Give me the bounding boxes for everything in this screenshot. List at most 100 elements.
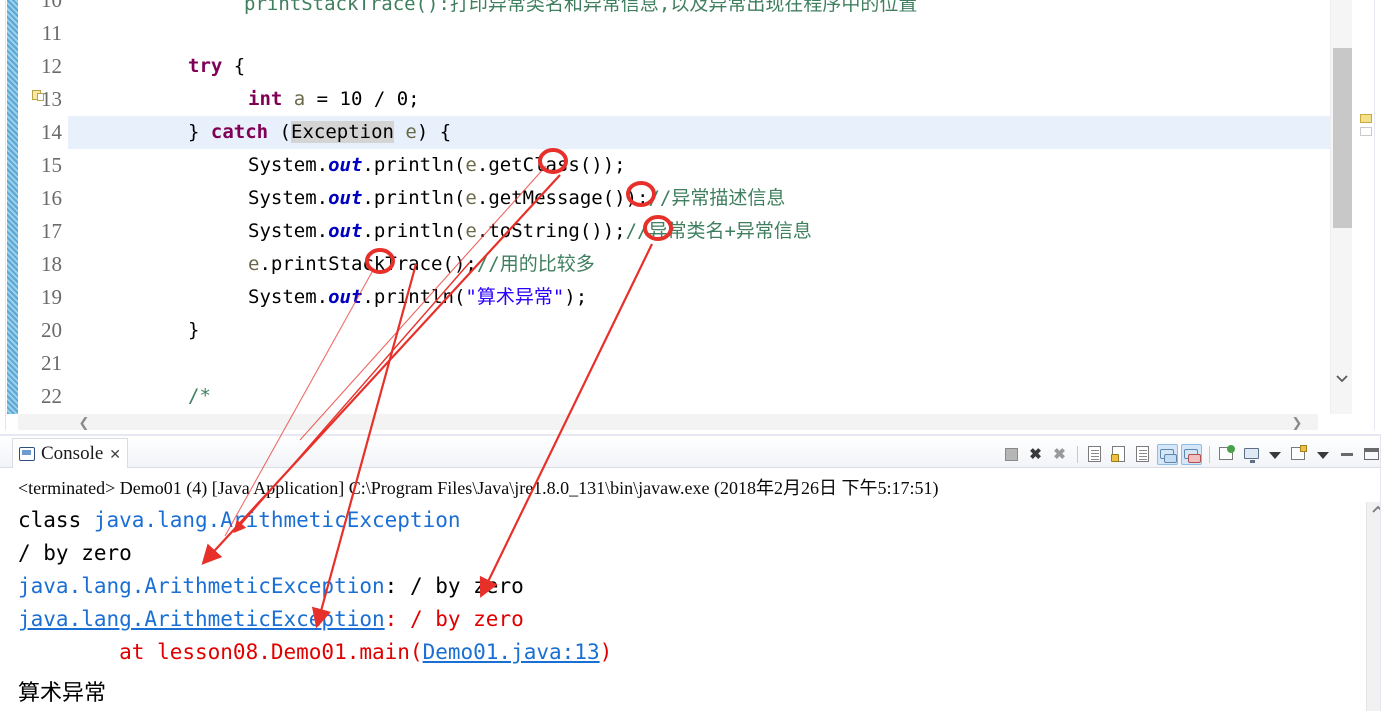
method-getclass: getClass <box>488 154 580 176</box>
output-at-suffix: ) <box>599 640 613 664</box>
display-selected-console-icon[interactable] <box>1085 444 1106 465</box>
method-getmessage: getMessage <box>488 187 603 209</box>
code-line-21[interactable] <box>68 347 1330 380</box>
comment-17: //异常类名+异常信息 <box>625 220 812 242</box>
console-output-tostring[interactable]: java.lang.ArithmeticException: / by zero <box>18 574 524 598</box>
scroll-left-icon[interactable]: ❮ <box>73 414 95 430</box>
display-selected-console-dropdown[interactable] <box>1265 444 1286 465</box>
keyword-catch: catch <box>210 121 269 143</box>
tab-console[interactable]: Console ✕ <box>12 438 129 468</box>
code-line-13[interactable]: int a = 10 / 0; <box>68 83 1330 116</box>
type-exception: Exception <box>291 121 394 143</box>
code-line-20[interactable]: } <box>68 314 1330 347</box>
variable-e-15: e <box>465 154 477 176</box>
code-line-14[interactable]: } catch (Exception e) { <box>68 116 1330 149</box>
pin-console-icon[interactable] <box>1109 444 1130 465</box>
editor-horizontal-scrollbar[interactable]: ❮ ❯ <box>18 414 1318 430</box>
close-icon[interactable]: ✕ <box>109 447 121 461</box>
line-number-21: 21 <box>41 351 62 375</box>
keyword-try: try <box>188 55 223 77</box>
terminate-icon[interactable] <box>1001 444 1022 465</box>
code-line-17[interactable]: System.out.println(e.toString());//异常类名+… <box>68 215 1330 248</box>
gutter-warning-marker-icon[interactable] <box>32 88 46 101</box>
code-line-12[interactable]: try { <box>68 50 1330 83</box>
class-system-15: System <box>248 154 317 176</box>
output-prefix-class: class <box>18 508 94 532</box>
display-selected-console-monitor-icon[interactable] <box>1241 444 1262 465</box>
open-console-new-icon[interactable] <box>1289 444 1310 465</box>
keyword-int: int <box>248 88 283 110</box>
code-line-15[interactable]: System.out.println(e.getClass()); <box>68 149 1330 182</box>
comment-16: //异常描述信息 <box>648 187 786 209</box>
method-println-15: println <box>373 154 454 176</box>
editor-vscroll-thumb[interactable] <box>1333 48 1352 228</box>
java-source-editor[interactable]: 10 11 12 13 14 15 16 17 18 19 20 21 22 p… <box>0 0 1388 430</box>
brace-close-20: } <box>188 319 200 341</box>
field-out-17: out <box>328 220 363 242</box>
toolbar-separator-2 <box>1209 445 1210 463</box>
show-console-on-output-icon[interactable] <box>1157 443 1178 465</box>
output-link-arithmeticexception-1: java.lang.ArithmeticException <box>93 508 461 532</box>
console-icon <box>19 446 35 461</box>
output-at-prefix: at lesson08.Demo01.main( <box>18 640 423 664</box>
variable-a: a <box>293 88 306 110</box>
brace-close-14: } <box>188 121 200 143</box>
string-literal-19: "算术异常" <box>465 286 565 308</box>
line-number-14: 14 <box>41 120 62 144</box>
line-number-12: 12 <box>41 54 62 78</box>
console-output-stacktrace-at[interactable]: at lesson08.Demo01.main(Demo01.java:13) <box>18 640 612 664</box>
toolbar-separator-1 <box>1077 445 1078 463</box>
line-number-11: 11 <box>41 21 62 45</box>
output-suffix-byzero-3: : / by zero <box>384 607 524 631</box>
maximize-icon[interactable] <box>1361 444 1382 465</box>
editor-change-bar <box>7 0 18 414</box>
overview-warning-marker-icon[interactable] <box>1360 114 1372 123</box>
tab-console-label: Console <box>41 442 104 464</box>
code-line-11[interactable] <box>68 17 1330 50</box>
console-output-getclass[interactable]: class java.lang.ArithmeticException <box>18 508 461 532</box>
code-line-18[interactable]: e.printStackTrace();//用的比较多 <box>68 248 1330 281</box>
scroll-right-icon[interactable]: ❯ <box>1286 414 1308 430</box>
field-out-19: out <box>328 286 363 308</box>
open-console-icon[interactable] <box>1133 444 1154 465</box>
remove-all-terminated-icon[interactable]: ✖ <box>1049 444 1070 465</box>
line-number-20: 20 <box>41 318 62 342</box>
editor-overview-ruler[interactable] <box>1352 0 1374 414</box>
class-system-19: System <box>248 286 317 308</box>
output-link-demo01-java-13: Demo01.java:13 <box>422 640 600 664</box>
block-comment-start: /* <box>188 385 211 407</box>
output-link-arithmeticexception-3: java.lang.ArithmeticException <box>18 607 385 631</box>
console-view[interactable]: Console ✕ ✖ ✖ <terminated> Demo01 (4) [J… <box>0 434 1388 711</box>
console-tab-bar[interactable]: Console ✕ ✖ ✖ <box>0 436 1388 468</box>
class-system-16: System <box>248 187 317 209</box>
console-output-stacktrace-head[interactable]: java.lang.ArithmeticException: / by zero <box>18 607 524 631</box>
method-tostring: toString <box>488 220 580 242</box>
open-console-dropdown[interactable] <box>1313 444 1334 465</box>
remove-launch-icon[interactable]: ✖ <box>1025 444 1046 465</box>
editor-vertical-scrollbar[interactable] <box>1330 0 1352 414</box>
console-output-println-chinese[interactable]: 算术异常 <box>18 675 106 707</box>
show-console-on-error-icon[interactable] <box>1181 443 1202 465</box>
code-line-19[interactable]: System.out.println("算术异常"); <box>68 281 1330 314</box>
code-line-10-comment: printStackTrace():打印异常类名和异常信息,以及异常出现在程序中… <box>244 0 918 15</box>
variable-e-17: e <box>465 220 477 242</box>
console-status-line: <terminated> Demo01 (4) [Java Applicatio… <box>18 478 939 498</box>
minimize-icon[interactable] <box>1337 444 1358 465</box>
new-console-view-icon[interactable] <box>1217 444 1238 465</box>
method-println-19: println <box>373 286 454 308</box>
scroll-down-icon[interactable] <box>1331 370 1353 392</box>
console-toolbar[interactable]: ✖ ✖ <box>1001 442 1382 466</box>
method-println-17: println <box>373 220 454 242</box>
code-line-10[interactable]: printStackTrace():打印异常类名和异常信息,以及异常出现在程序中… <box>68 0 1330 17</box>
line-number-10: 10 <box>41 0 62 12</box>
line-number-16: 16 <box>41 186 62 210</box>
line-number-19: 19 <box>41 285 62 309</box>
code-line-22[interactable]: /* <box>68 380 1330 413</box>
code-line-16[interactable]: System.out.println(e.getMessage());//异常描… <box>68 182 1330 215</box>
console-output-getmessage[interactable]: / by zero <box>18 541 132 565</box>
editor-code-text[interactable]: printStackTrace():打印异常类名和异常信息,以及异常出现在程序中… <box>68 0 1330 414</box>
variable-e-16: e <box>465 187 477 209</box>
output-link-arithmeticexception-2: java.lang.ArithmeticException <box>18 574 385 598</box>
method-printstacktrace: printStackTrace <box>270 253 443 275</box>
overview-fold-marker-icon[interactable] <box>1360 127 1372 136</box>
